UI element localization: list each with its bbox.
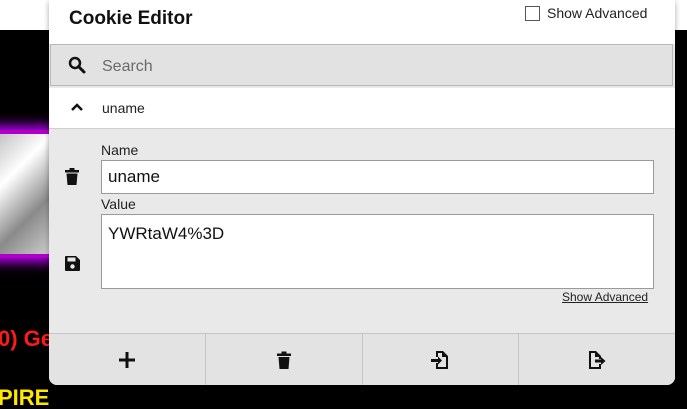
background-yellow-text: PIRE (0, 385, 50, 409)
show-advanced-link[interactable]: Show Advanced (562, 290, 648, 304)
cookie-editor-form: Name Value YWRtaW4%3D Show Advanced (49, 129, 675, 333)
export-icon (589, 350, 606, 369)
bottom-toolbar (49, 333, 675, 385)
trash-icon (276, 351, 291, 369)
show-advanced-checkbox[interactable] (525, 5, 540, 21)
title-bar: Cookie Editor Show Advanced (49, 0, 675, 44)
delete-cookie-icon[interactable] (65, 168, 79, 185)
cookie-item-header[interactable]: uname (49, 88, 675, 129)
value-label: Value (101, 196, 136, 212)
chevron-up-icon[interactable] (70, 102, 84, 112)
search-bar (50, 44, 673, 86)
search-icon (68, 56, 86, 74)
search-input[interactable] (100, 53, 664, 81)
export-button[interactable] (519, 334, 675, 385)
name-label: Name (101, 142, 139, 158)
save-icon[interactable] (65, 256, 80, 271)
background-logo (0, 130, 56, 258)
show-advanced-toggle[interactable]: Show Advanced (525, 5, 647, 21)
cookie-name-field[interactable] (101, 160, 654, 194)
background-red-text: 0) Ge (0, 326, 54, 351)
import-button[interactable] (363, 334, 520, 385)
show-advanced-label: Show Advanced (547, 5, 648, 21)
add-cookie-button[interactable] (49, 334, 206, 385)
background-edge (675, 30, 687, 409)
plus-icon (118, 351, 135, 368)
cookie-editor-popup: Cookie Editor Show Advanced uname Name V… (49, 0, 675, 385)
cookie-name: uname (102, 100, 145, 116)
delete-all-button[interactable] (206, 334, 363, 385)
cookie-value-field[interactable]: YWRtaW4%3D (101, 214, 654, 289)
popup-title: Cookie Editor (69, 8, 193, 29)
import-icon (431, 350, 449, 369)
